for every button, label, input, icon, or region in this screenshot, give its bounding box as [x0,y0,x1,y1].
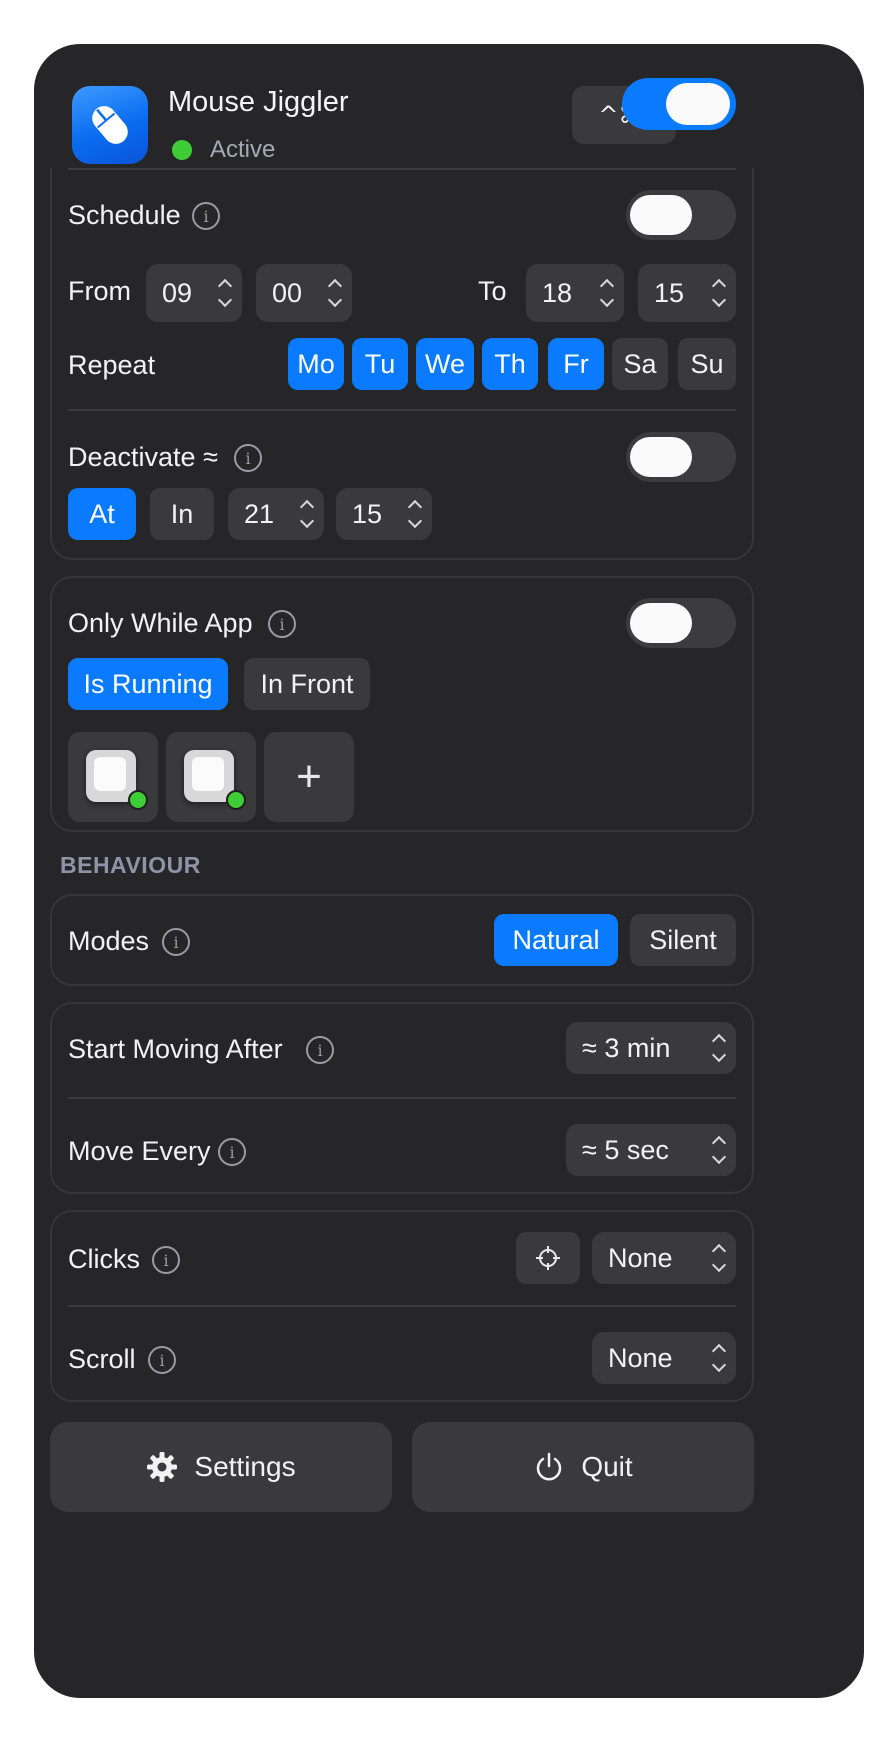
deactivate-toggle[interactable] [626,432,736,482]
natural-mode-button[interactable]: Natural [494,914,618,966]
add-app-button[interactable]: + [264,732,354,822]
move-every-select[interactable]: ≈ 5 sec [566,1124,736,1176]
crosshair-icon [536,1246,560,1270]
chevron-updown-icon [217,277,233,309]
start-moving-label: Start Moving After [68,1034,283,1064]
gear-icon [147,1452,178,1482]
master-toggle[interactable] [622,78,736,130]
day-we-button[interactable]: We [416,338,474,390]
deactivate-info-icon[interactable]: i [234,444,262,472]
deactivate-hour-value: 21 [244,498,275,529]
movement-divider [68,1097,736,1099]
toggle-knob [666,83,730,125]
running-indicator [128,790,148,810]
chevron-updown-icon [711,277,727,309]
to-hour-value: 18 [542,277,573,308]
day-su-button[interactable]: Su [678,338,736,390]
move-every-value: ≈ 5 sec [582,1134,669,1165]
scroll-value: None [608,1342,673,1373]
modes-info-icon[interactable]: i [162,928,190,956]
deactivate-minute-stepper[interactable]: 15 [336,488,432,540]
day-tu-button[interactable]: Tu [352,338,408,390]
status-text: Active [210,136,276,163]
quit-label: Quit [581,1451,633,1482]
modes-label: Modes [68,926,150,956]
mouse-jiggler-panel: Mouse Jiggler Active ^⌘J Schedule i From… [34,44,864,1698]
mouse-app-icon [72,86,148,164]
power-icon [537,1452,562,1481]
from-minute-stepper[interactable]: 00 [256,264,352,322]
app-title: Mouse Jiggler [168,86,349,118]
scroll-label: Scroll [68,1344,136,1374]
schedule-divider [68,409,736,411]
start-moving-select[interactable]: ≈ 3 min [566,1022,736,1074]
start-moving-info-icon[interactable]: i [306,1036,334,1064]
from-label: From [68,276,131,306]
schedule-toggle[interactable] [626,190,736,240]
click-target-button[interactable] [516,1232,580,1284]
day-sa-button[interactable]: Sa [612,338,668,390]
app-slot-2[interactable] [166,732,256,822]
to-label: To [478,276,507,306]
silent-mode-button[interactable]: Silent [630,914,736,966]
chevron-updown-icon [599,277,615,309]
clicks-label: Clicks [68,1244,140,1274]
day-th-button[interactable]: Th [482,338,538,390]
move-every-info-icon[interactable]: i [218,1138,246,1166]
running-indicator [226,790,246,810]
schedule-label: Schedule [68,200,181,230]
from-hour-value: 09 [162,277,193,308]
clicks-select[interactable]: None [592,1232,736,1284]
toggle-knob [630,603,692,643]
deactivate-label: Deactivate ≈ [68,442,218,472]
status-indicator: Active [168,132,275,168]
chevron-updown-icon [711,1242,727,1274]
repeat-label: Repeat [68,350,156,380]
only-while-app-toggle[interactable] [626,598,736,648]
start-moving-value: ≈ 3 min [582,1032,671,1063]
clicks-value: None [608,1242,673,1273]
toggle-knob [630,437,692,477]
move-every-label: Move Every [68,1136,211,1166]
chevron-updown-icon [711,1134,727,1166]
to-hour-stepper[interactable]: 18 [526,264,624,322]
to-minute-value: 15 [654,277,685,308]
only-while-app-info-icon[interactable]: i [268,610,296,638]
deactivate-minute-value: 15 [352,498,383,529]
chevron-updown-icon [327,277,343,309]
schedule-info-icon[interactable]: i [192,202,220,230]
from-minute-value: 00 [272,277,303,308]
toggle-knob [630,195,692,235]
settings-label: Settings [194,1451,296,1482]
clicks-info-icon[interactable]: i [152,1246,180,1274]
chevron-updown-icon [711,1032,727,1064]
status-dot [172,140,192,160]
is-running-button[interactable]: Is Running [68,658,228,710]
behaviour-section-title: BEHAVIOUR [60,852,201,878]
deactivate-at-button[interactable]: At [68,488,136,540]
deactivate-hour-stepper[interactable]: 21 [228,488,324,540]
scroll-info-icon[interactable]: i [148,1346,176,1374]
in-front-button[interactable]: In Front [244,658,370,710]
day-fr-button[interactable]: Fr [548,338,604,390]
only-while-app-label: Only While App [68,608,253,638]
scroll-select[interactable]: None [592,1332,736,1384]
from-hour-stepper[interactable]: 09 [146,264,242,322]
chevron-updown-icon [407,498,423,530]
day-mo-button[interactable]: Mo [288,338,344,390]
input-divider [68,1305,736,1307]
deactivate-in-button[interactable]: In [150,488,214,540]
quit-button[interactable]: Quit [412,1422,754,1512]
chevron-updown-icon [299,498,315,530]
settings-button[interactable]: Settings [50,1422,392,1512]
to-minute-stepper[interactable]: 15 [638,264,736,322]
app-slot-1[interactable] [68,732,158,822]
chevron-updown-icon [711,1342,727,1374]
